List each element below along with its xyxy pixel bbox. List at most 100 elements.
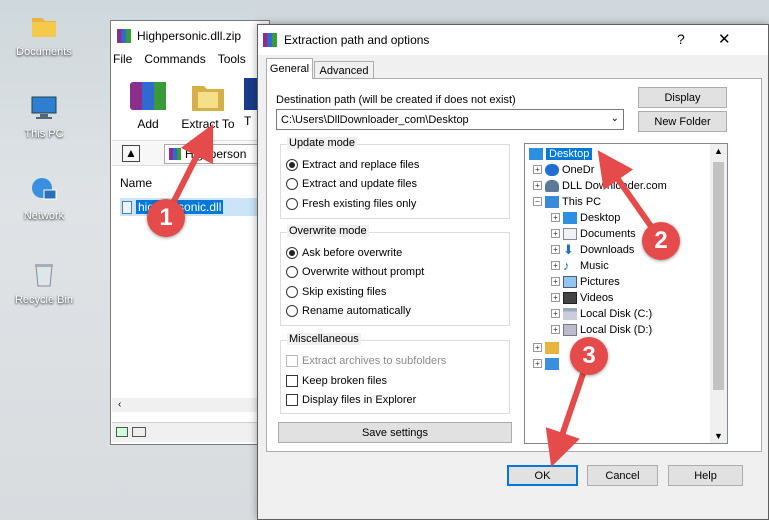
tree-item-pc-desktop[interactable]: + Desktop (551, 210, 620, 225)
winrar-statusbar (112, 422, 258, 442)
radio-extract-update[interactable]: Extract and update files (286, 178, 417, 190)
expand-icon[interactable]: + (533, 165, 542, 174)
tree-label: Desktop (546, 147, 593, 160)
option-label: Ask before overwrite (302, 247, 403, 259)
radio-button[interactable] (286, 178, 298, 190)
dest-path-combo[interactable]: C:\Users\DllDownloader_com\Desktop ⌄ (276, 109, 624, 130)
cancel-button[interactable]: Cancel (587, 465, 658, 486)
tree-label: OneDr (562, 163, 595, 176)
add-button[interactable]: Add (122, 78, 174, 131)
update-mode-label: Update mode (287, 137, 358, 149)
file-row[interactable]: highpersonic.dll (120, 198, 258, 216)
expand-icon[interactable]: + (551, 325, 560, 334)
check-keep-broken[interactable]: Keep broken files (286, 375, 387, 387)
radio-extract-replace[interactable]: Extract and replace files (286, 159, 419, 171)
add-label: Add (137, 117, 159, 131)
check-extract-subfolders: Extract archives to subfolders (286, 355, 446, 367)
up-folder-button[interactable]: ▲ (122, 145, 140, 162)
radio-button[interactable] (286, 286, 298, 298)
tree-item-pictures[interactable]: + Pictures (551, 274, 620, 289)
overwrite-mode-label: Overwrite mode (287, 225, 369, 237)
option-label: Extract and replace files (302, 159, 420, 171)
expand-icon[interactable]: + (551, 277, 560, 286)
expand-icon[interactable]: + (533, 359, 542, 368)
save-settings-button[interactable]: Save settings (278, 422, 512, 443)
tree-item-thispc[interactable]: − This PC (533, 194, 601, 209)
path-dropdown[interactable]: Highperson (164, 144, 258, 164)
winrar-pathbar: ▲ Highperson (112, 140, 258, 166)
tree-item-libraries[interactable]: + (533, 340, 559, 355)
radio-ask-overwrite[interactable]: Ask before overwrite (286, 247, 402, 259)
menu-file[interactable]: File (113, 52, 132, 66)
tab-advanced[interactable]: Advanced (314, 61, 374, 79)
check-display-explorer[interactable]: Display files in Explorer (286, 394, 416, 406)
radio-button[interactable] (286, 159, 298, 171)
desktop-icon-documents[interactable]: Documents (12, 10, 76, 58)
scroll-up-icon[interactable]: ▲ (714, 146, 723, 156)
drive-status-icon (116, 427, 128, 437)
help-icon[interactable]: ? (677, 31, 685, 47)
network-icon (28, 174, 60, 206)
help-button[interactable]: Help (668, 465, 743, 486)
tree-item-local-c[interactable]: + Local Disk (C:) (551, 306, 652, 321)
expand-icon[interactable]: + (533, 181, 542, 190)
column-header-name[interactable]: Name (120, 176, 152, 190)
tree-item-network[interactable]: + (533, 356, 559, 371)
toolbar-third-button[interactable]: T (244, 78, 258, 130)
tree-label: Local Disk (C:) (580, 307, 653, 320)
folder-tree[interactable]: Desktop + OneDr + DLL Downloader.com − This… (524, 143, 728, 444)
checkbox[interactable] (286, 375, 298, 387)
tree-item-downloads[interactable]: + ⬇ Downloads (551, 242, 634, 257)
display-button[interactable]: Display (638, 87, 727, 108)
tree-item-documents[interactable]: + Documents (551, 226, 636, 241)
radio-skip-existing[interactable]: Skip existing files (286, 286, 386, 298)
desktop-icon-recyclebin[interactable]: Recycle Bin (12, 258, 76, 306)
extraction-dialog: Extraction path and options ? ✕ General … (257, 24, 769, 520)
expand-icon[interactable]: + (551, 261, 560, 270)
desktop-icon-thispc[interactable]: This PC (12, 92, 76, 140)
tree-label: Desktop (580, 211, 621, 224)
tree-item-desktop[interactable]: Desktop (529, 146, 593, 161)
expand-icon[interactable]: + (533, 343, 542, 352)
menu-commands[interactable]: Commands (144, 52, 205, 66)
tree-item-local-d[interactable]: + Local Disk (D:) (551, 322, 652, 337)
radio-button[interactable] (286, 247, 298, 259)
library-icon (545, 341, 559, 354)
scroll-down-icon[interactable]: ▼ (714, 431, 723, 441)
expand-icon[interactable]: + (551, 245, 560, 254)
new-folder-button[interactable]: New Folder (638, 111, 727, 132)
expand-icon[interactable]: + (551, 309, 560, 318)
option-label: Extract archives to subfolders (302, 355, 447, 367)
radio-rename-auto[interactable]: Rename automatically (286, 305, 411, 317)
expand-icon[interactable]: + (551, 293, 560, 302)
extract-to-button[interactable]: Extract To (178, 78, 238, 131)
radio-button[interactable] (286, 266, 298, 278)
expand-icon[interactable]: + (551, 213, 560, 222)
expand-icon[interactable]: + (551, 229, 560, 238)
close-icon[interactable]: ✕ (718, 30, 731, 48)
tab-general[interactable]: General (266, 58, 313, 79)
radio-overwrite-without-prompt[interactable]: Overwrite without prompt (286, 266, 424, 278)
collapse-icon[interactable]: − (533, 197, 542, 206)
ok-button[interactable]: OK (507, 465, 578, 486)
desktop-icon-network[interactable]: Network (12, 174, 76, 222)
tree-item-onedrive[interactable]: + OneDr (533, 162, 594, 177)
radio-fresh-existing[interactable]: Fresh existing files only (286, 198, 416, 210)
checkbox[interactable] (286, 394, 298, 406)
scroll-left-icon[interactable]: ‹ (118, 399, 121, 410)
radio-button[interactable] (286, 305, 298, 317)
tree-item-videos[interactable]: + Videos (551, 290, 613, 305)
horizontal-scrollbar[interactable]: ‹ (112, 398, 258, 412)
file-list[interactable]: Name highpersonic.dll ‹ (112, 170, 258, 420)
add-archive-icon (130, 82, 166, 110)
tree-item-music[interactable]: + ♪ Music (551, 258, 609, 273)
chevron-down-icon[interactable]: ⌄ (611, 113, 619, 124)
tree-scrollbar[interactable]: ▲ ▼ (710, 144, 727, 443)
menu-tools[interactable]: Tools (218, 52, 246, 66)
step-badge-1: 1 (147, 199, 185, 237)
radio-button[interactable] (286, 198, 298, 210)
winrar-title: Highpersonic.dll.zip (137, 29, 242, 43)
tree-item-dll[interactable]: + DLL Downloader.com (533, 178, 667, 193)
video-icon (563, 291, 577, 304)
scroll-thumb[interactable] (713, 162, 724, 390)
